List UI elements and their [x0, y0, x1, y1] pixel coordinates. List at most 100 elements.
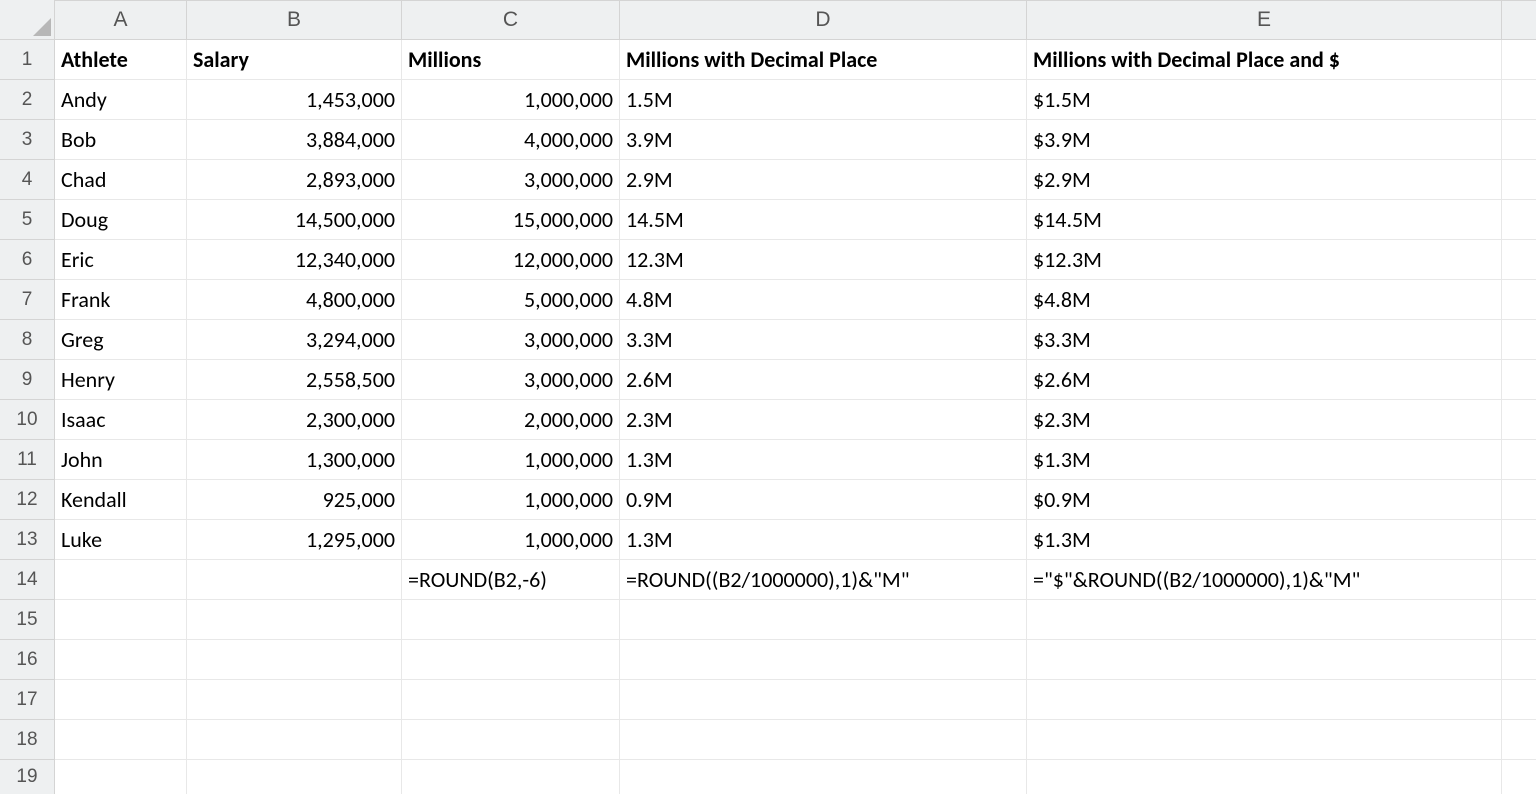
cell-extra-13[interactable] [1502, 520, 1536, 560]
cell-C6[interactable]: 12,000,000 [402, 240, 620, 280]
cell-A15[interactable] [55, 600, 187, 640]
cell-B18[interactable] [187, 720, 402, 760]
cell-E1[interactable]: Millions with Decimal Place and $ [1027, 40, 1502, 80]
row-header-6[interactable]: 6 [0, 240, 55, 280]
cell-C16[interactable] [402, 640, 620, 680]
cell-extra-3[interactable] [1502, 120, 1536, 160]
cell-C18[interactable] [402, 720, 620, 760]
cell-B2[interactable]: 1,453,000 [187, 80, 402, 120]
column-header-B[interactable]: B [187, 0, 402, 40]
row-header-18[interactable]: 18 [0, 720, 55, 760]
cell-A19[interactable] [55, 760, 187, 794]
row-header-3[interactable]: 3 [0, 120, 55, 160]
cell-C15[interactable] [402, 600, 620, 640]
cell-B1[interactable]: Salary [187, 40, 402, 80]
row-header-9[interactable]: 9 [0, 360, 55, 400]
cell-A9[interactable]: Henry [55, 360, 187, 400]
row-header-1[interactable]: 1 [0, 40, 55, 80]
cell-D14[interactable]: =ROUND((B2/1000000),1)&"M" [620, 560, 1027, 600]
cell-A6[interactable]: Eric [55, 240, 187, 280]
cell-extra-1[interactable] [1502, 40, 1536, 80]
cell-E11[interactable]: $1.3M [1027, 440, 1502, 480]
cell-extra-5[interactable] [1502, 200, 1536, 240]
cell-B7[interactable]: 4,800,000 [187, 280, 402, 320]
cell-C1[interactable]: Millions [402, 40, 620, 80]
cell-C12[interactable]: 1,000,000 [402, 480, 620, 520]
column-header-E[interactable]: E [1027, 0, 1502, 40]
cell-E12[interactable]: $0.9M [1027, 480, 1502, 520]
cell-A17[interactable] [55, 680, 187, 720]
cell-E17[interactable] [1027, 680, 1502, 720]
row-header-12[interactable]: 12 [0, 480, 55, 520]
row-header-19[interactable]: 19 [0, 760, 55, 794]
cell-B5[interactable]: 14,500,000 [187, 200, 402, 240]
cell-A8[interactable]: Greg [55, 320, 187, 360]
cell-extra-9[interactable] [1502, 360, 1536, 400]
cell-A12[interactable]: Kendall [55, 480, 187, 520]
cell-A11[interactable]: John [55, 440, 187, 480]
cell-C3[interactable]: 4,000,000 [402, 120, 620, 160]
cell-E8[interactable]: $3.3M [1027, 320, 1502, 360]
cell-B8[interactable]: 3,294,000 [187, 320, 402, 360]
row-header-5[interactable]: 5 [0, 200, 55, 240]
cell-C10[interactable]: 2,000,000 [402, 400, 620, 440]
cell-C17[interactable] [402, 680, 620, 720]
cell-B4[interactable]: 2,893,000 [187, 160, 402, 200]
cell-D5[interactable]: 14.5M [620, 200, 1027, 240]
cell-E18[interactable] [1027, 720, 1502, 760]
cell-E7[interactable]: $4.8M [1027, 280, 1502, 320]
cell-B10[interactable]: 2,300,000 [187, 400, 402, 440]
cell-E6[interactable]: $12.3M [1027, 240, 1502, 280]
cell-E4[interactable]: $2.9M [1027, 160, 1502, 200]
cell-B17[interactable] [187, 680, 402, 720]
cell-A2[interactable]: Andy [55, 80, 187, 120]
cell-extra-14[interactable] [1502, 560, 1536, 600]
cell-C13[interactable]: 1,000,000 [402, 520, 620, 560]
cell-extra-6[interactable] [1502, 240, 1536, 280]
row-header-8[interactable]: 8 [0, 320, 55, 360]
column-header-A[interactable]: A [55, 0, 187, 40]
cell-D2[interactable]: 1.5M [620, 80, 1027, 120]
cell-C19[interactable] [402, 760, 620, 794]
cell-D18[interactable] [620, 720, 1027, 760]
cell-D7[interactable]: 4.8M [620, 280, 1027, 320]
cell-B3[interactable]: 3,884,000 [187, 120, 402, 160]
cell-C5[interactable]: 15,000,000 [402, 200, 620, 240]
cell-B13[interactable]: 1,295,000 [187, 520, 402, 560]
cell-B19[interactable] [187, 760, 402, 794]
cell-C7[interactable]: 5,000,000 [402, 280, 620, 320]
row-header-2[interactable]: 2 [0, 80, 55, 120]
cell-extra-12[interactable] [1502, 480, 1536, 520]
cell-D13[interactable]: 1.3M [620, 520, 1027, 560]
cell-E5[interactable]: $14.5M [1027, 200, 1502, 240]
cell-B6[interactable]: 12,340,000 [187, 240, 402, 280]
cell-extra-18[interactable] [1502, 720, 1536, 760]
cell-E10[interactable]: $2.3M [1027, 400, 1502, 440]
cell-D16[interactable] [620, 640, 1027, 680]
cell-A5[interactable]: Doug [55, 200, 187, 240]
cell-E2[interactable]: $1.5M [1027, 80, 1502, 120]
cell-B15[interactable] [187, 600, 402, 640]
cell-B12[interactable]: 925,000 [187, 480, 402, 520]
cell-C9[interactable]: 3,000,000 [402, 360, 620, 400]
row-header-15[interactable]: 15 [0, 600, 55, 640]
row-header-16[interactable]: 16 [0, 640, 55, 680]
cell-D6[interactable]: 12.3M [620, 240, 1027, 280]
cell-B16[interactable] [187, 640, 402, 680]
select-all-corner[interactable] [0, 0, 55, 40]
spreadsheet-grid[interactable]: ABCDE1AthleteSalaryMillionsMillions with… [0, 0, 1536, 794]
column-header-D[interactable]: D [620, 0, 1027, 40]
cell-D10[interactable]: 2.3M [620, 400, 1027, 440]
column-header-extra[interactable] [1502, 0, 1536, 40]
cell-A10[interactable]: Isaac [55, 400, 187, 440]
row-header-7[interactable]: 7 [0, 280, 55, 320]
cell-D15[interactable] [620, 600, 1027, 640]
cell-C8[interactable]: 3,000,000 [402, 320, 620, 360]
row-header-10[interactable]: 10 [0, 400, 55, 440]
cell-extra-2[interactable] [1502, 80, 1536, 120]
row-header-17[interactable]: 17 [0, 680, 55, 720]
row-header-14[interactable]: 14 [0, 560, 55, 600]
cell-B14[interactable] [187, 560, 402, 600]
cell-D12[interactable]: 0.9M [620, 480, 1027, 520]
cell-D11[interactable]: 1.3M [620, 440, 1027, 480]
